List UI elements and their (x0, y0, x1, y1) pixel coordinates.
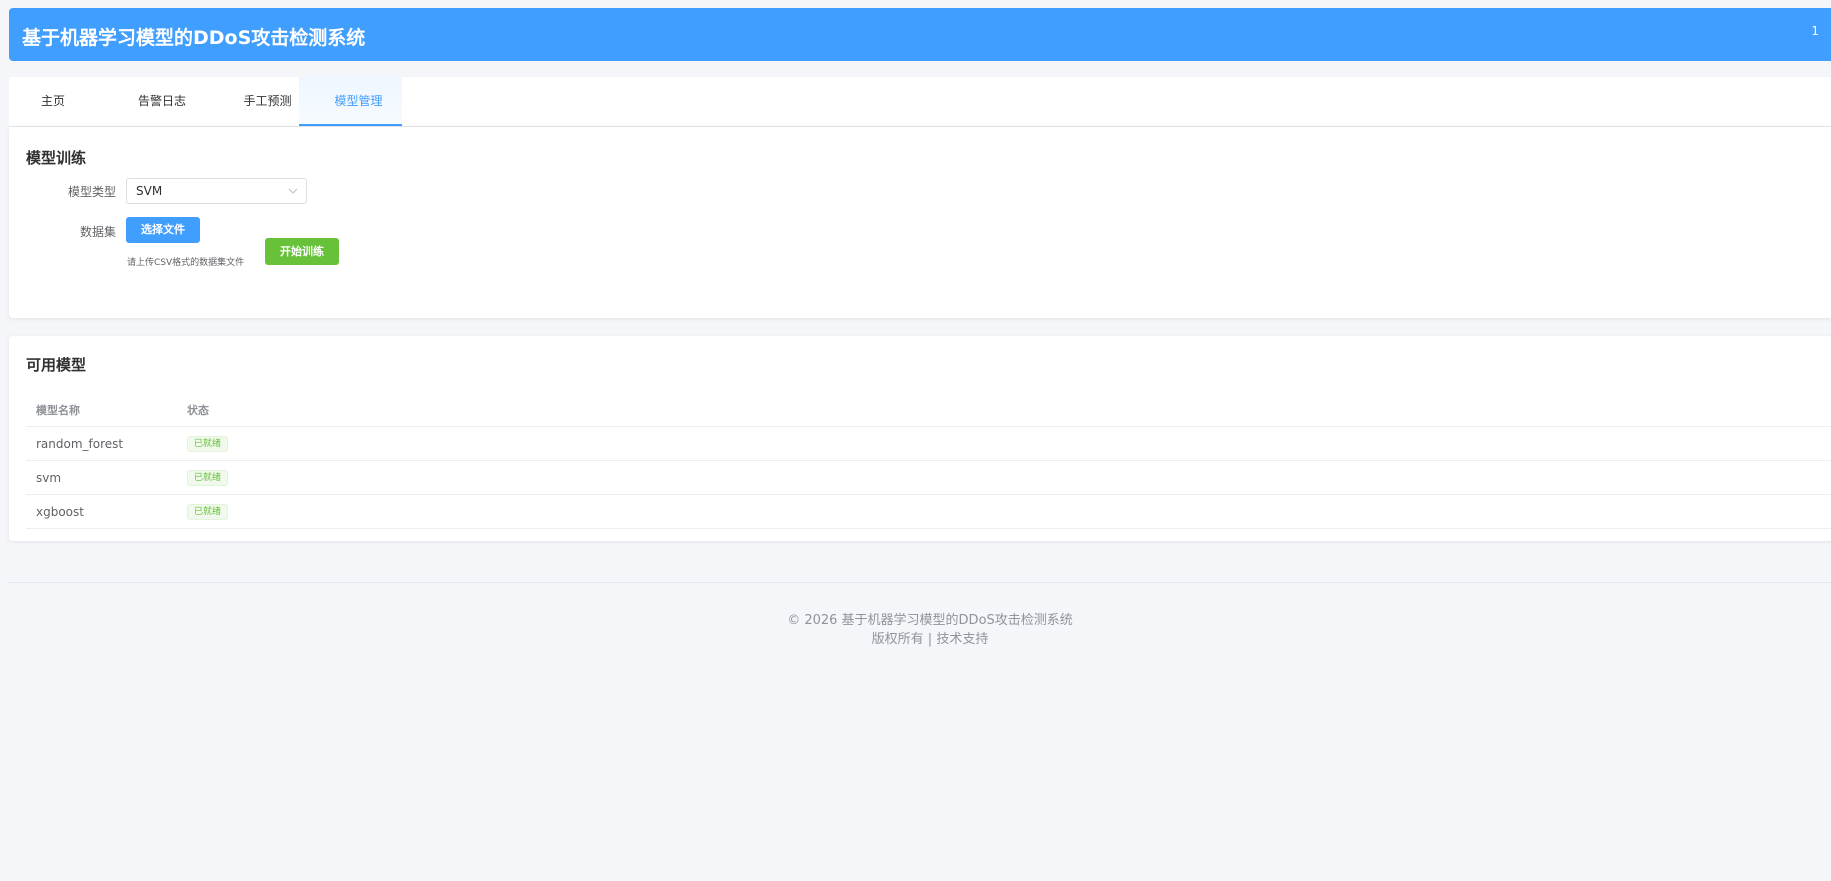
nav-tabs: 主页 告警日志 手工预测 模型管理 (9, 77, 1831, 127)
tab-manual-predict[interactable]: 手工预测 (227, 77, 308, 126)
status-cell: 已就绪 (187, 427, 229, 460)
dataset-hint: 请上传CSV格式的数据集文件 (127, 258, 245, 268)
status-cell: 已就绪 (187, 495, 229, 528)
models-title: 可用模型 (26, 356, 87, 374)
footer-copyright: © 2026 基于机器学习模型的DDoS攻击检测系统 (787, 613, 1073, 628)
status-cell: 已就绪 (187, 461, 229, 494)
status-badge: 已就绪 (187, 469, 229, 486)
header-right-text: 1 (1811, 24, 1819, 38)
available-models-card: 可用模型 模型名称 状态 random_forest 已就绪 svm 已就绪 x… (9, 336, 1831, 541)
table-row: random_forest 已就绪 (26, 427, 1831, 461)
column-header-status: 状态 (187, 404, 209, 417)
status-badge: 已就绪 (187, 503, 229, 520)
footer-links: 版权所有 | 技术支持 (871, 632, 989, 647)
page: 基于机器学习模型的DDoS攻击检测系统 1 主页 告警日志 手工预测 模型管理 … (0, 0, 1831, 881)
status-badge: 已就绪 (187, 435, 229, 452)
column-header-name: 模型名称 (36, 404, 80, 417)
table-row: svm 已就绪 (26, 461, 1831, 495)
model-name: random_forest (36, 436, 124, 451)
app-header: 基于机器学习模型的DDoS攻击检测系统 1 (9, 8, 1831, 61)
start-training-button[interactable]: 开始训练 (265, 238, 339, 265)
app-title: 基于机器学习模型的DDoS攻击检测系统 (22, 27, 366, 49)
tab-home[interactable]: 主页 (9, 77, 97, 126)
model-name: svm (36, 470, 62, 485)
dataset-label: 数据集 (79, 225, 116, 239)
chevron-down-icon (288, 188, 298, 194)
tab-model-management[interactable]: 模型管理 (299, 77, 402, 126)
model-training-card: 模型训练 模型类型 SVM 数据集 选择文件 请上传CSV格式的数据集文件 开始… (9, 127, 1831, 318)
model-type-label: 模型类型 (67, 185, 116, 199)
model-type-select[interactable]: SVM (126, 178, 307, 204)
choose-file-button[interactable]: 选择文件 (126, 217, 200, 243)
models-table: 模型名称 状态 random_forest 已就绪 svm 已就绪 xgboos… (26, 394, 1831, 529)
model-type-value: SVM (136, 184, 163, 198)
table-header: 模型名称 状态 (26, 394, 1831, 427)
table-row: xgboost 已就绪 (26, 495, 1831, 529)
model-name: xgboost (36, 504, 84, 519)
training-title: 模型训练 (26, 149, 87, 167)
footer-divider (9, 582, 1831, 583)
tab-alert-log[interactable]: 告警日志 (97, 77, 227, 126)
